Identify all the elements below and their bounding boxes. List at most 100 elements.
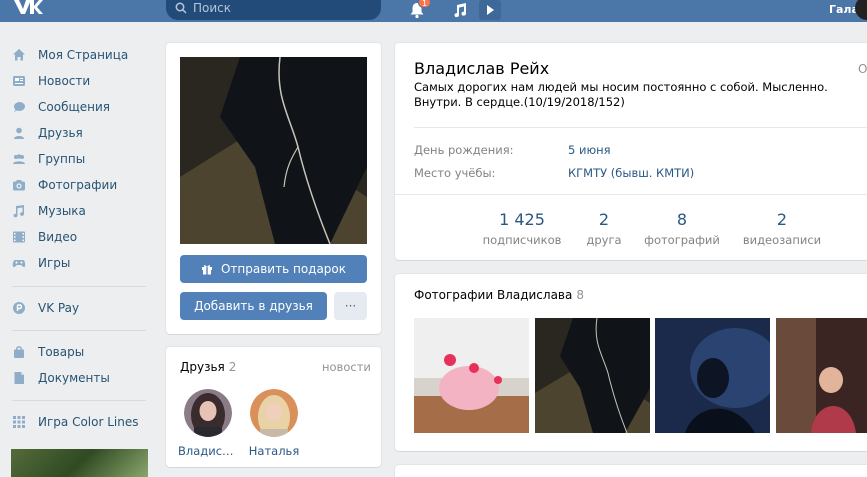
sidebar-item-label: Музыка bbox=[38, 204, 86, 218]
friends-news-link[interactable]: новости bbox=[322, 360, 371, 374]
online-status: Он bbox=[858, 62, 867, 76]
photos-block-title[interactable]: Фотографии Владислава 8 bbox=[414, 288, 584, 302]
profile-photo[interactable] bbox=[180, 57, 367, 244]
more-icon: ··· bbox=[344, 299, 357, 313]
sidebar-item-label: Товары bbox=[38, 345, 85, 359]
music-icon bbox=[13, 205, 25, 218]
profile-photo-image bbox=[180, 57, 367, 244]
sidebar-item-messages[interactable]: Сообщения bbox=[12, 97, 152, 117]
profile-status-text[interactable]: Самых дорогих нам людей мы носим постоян… bbox=[414, 80, 867, 110]
sidebar-item-vkpay[interactable]: VK Pay bbox=[12, 298, 152, 318]
sidebar-item-games[interactable]: Игры bbox=[12, 253, 152, 273]
info-key: День рождения: bbox=[414, 143, 514, 157]
counter-value: 8 bbox=[676, 210, 688, 229]
vk-logo[interactable] bbox=[12, 0, 44, 17]
home-icon bbox=[13, 49, 25, 61]
counter-photos[interactable]: 8 фотографий bbox=[632, 210, 732, 247]
sidebar-item-news[interactable]: Новости bbox=[12, 71, 152, 91]
sidebar-item-label: Друзья bbox=[38, 126, 83, 140]
profile-name: Владислав Рейх bbox=[414, 59, 550, 78]
birthday-link[interactable]: 5 июня bbox=[568, 143, 611, 157]
send-gift-label: Отправить подарок bbox=[220, 262, 347, 276]
photo-thumbnail[interactable] bbox=[535, 318, 650, 433]
sidebar-item-documents[interactable]: Документы bbox=[12, 368, 152, 388]
add-friend-button[interactable]: Добавить в друзья bbox=[180, 292, 327, 320]
photo-image bbox=[414, 318, 529, 433]
friends-icon bbox=[14, 127, 24, 139]
sidebar-item-music[interactable]: Музыка bbox=[12, 201, 152, 221]
search-icon bbox=[175, 2, 187, 14]
sidebar-item-label: Игры bbox=[38, 256, 71, 270]
groups-icon bbox=[13, 154, 25, 164]
play-icon bbox=[487, 5, 494, 15]
nav-divider bbox=[12, 330, 146, 331]
top-bar: Поиск 1 Гала bbox=[0, 0, 867, 22]
counters-divider bbox=[395, 194, 867, 195]
sidebar-item-label: Группы bbox=[38, 152, 86, 166]
counter-value: 2 bbox=[776, 210, 788, 229]
notification-badge: 1 bbox=[418, 0, 431, 8]
photos-count: 8 bbox=[576, 288, 584, 302]
friend-avatar bbox=[250, 389, 298, 437]
sidebar-item-my-page[interactable]: Моя Страница bbox=[12, 45, 152, 65]
search-box[interactable]: Поиск bbox=[166, 0, 381, 20]
add-friend-label: Добавить в друзья bbox=[194, 299, 313, 313]
send-gift-button[interactable]: Отправить подарок bbox=[180, 255, 367, 283]
photo-image bbox=[535, 318, 650, 433]
education-link[interactable]: КГМТУ (бывш. КМТИ) bbox=[568, 166, 694, 180]
video-icon bbox=[13, 231, 25, 243]
photo-thumbnail[interactable] bbox=[776, 318, 867, 433]
photos-title-label: Фотографии Владислава bbox=[414, 288, 573, 302]
player-play-button[interactable] bbox=[479, 0, 501, 20]
gamepad-icon bbox=[12, 260, 26, 268]
photo-image bbox=[776, 318, 867, 433]
sidebar-item-label: Моя Страница bbox=[38, 48, 129, 62]
sidebar-item-goods[interactable]: Товары bbox=[12, 342, 152, 362]
sidebar-item-label: Видео bbox=[38, 230, 78, 244]
sidebar-item-label: Фотографии bbox=[38, 178, 118, 192]
sidebar-item-friends[interactable]: Друзья bbox=[12, 123, 152, 143]
friend-avatar bbox=[184, 389, 232, 437]
gift-icon bbox=[201, 265, 212, 275]
camera-icon bbox=[13, 180, 25, 191]
wall-card bbox=[395, 465, 867, 477]
nav-divider bbox=[12, 286, 146, 287]
friend-name: Наталья bbox=[248, 444, 300, 458]
info-key: Место учёбы: bbox=[414, 166, 496, 180]
friend-item[interactable]: Наталья bbox=[244, 389, 304, 458]
messages-icon bbox=[14, 102, 25, 112]
sidebar-item-label: Игра Color Lines bbox=[38, 415, 139, 429]
sidebar-item-video[interactable]: Видео bbox=[12, 227, 152, 247]
sidebar-item-photos[interactable]: Фотографии bbox=[12, 175, 152, 195]
sidebar-item-label: Новости bbox=[38, 74, 91, 88]
friend-item[interactable]: Владислава bbox=[178, 389, 238, 458]
sidebar-ad-banner[interactable] bbox=[11, 449, 148, 477]
info-row-birthday: День рождения: 5 июня bbox=[414, 143, 611, 157]
info-row-education: Место учёбы: КГМТУ (бывш. КМТИ) bbox=[414, 166, 694, 180]
music-note-icon[interactable] bbox=[452, 2, 468, 18]
sidebar-item-color-lines[interactable]: Игра Color Lines bbox=[12, 412, 152, 432]
sidebar-item-groups[interactable]: Группы bbox=[12, 149, 152, 169]
friends-block-title[interactable]: Друзья 2 bbox=[180, 360, 236, 374]
counter-caption: фотографий bbox=[644, 233, 720, 247]
current-user-avatar[interactable] bbox=[855, 0, 867, 20]
vk-logo-icon bbox=[14, 0, 43, 14]
photo-thumbnail[interactable] bbox=[414, 318, 529, 433]
news-icon bbox=[13, 76, 25, 86]
bag-icon bbox=[14, 346, 24, 358]
friends-title-label: Друзья bbox=[180, 360, 225, 374]
nav-divider bbox=[12, 400, 146, 401]
info-divider bbox=[414, 127, 867, 128]
photo-thumbnail[interactable] bbox=[655, 318, 770, 433]
more-actions-button[interactable]: ··· bbox=[334, 292, 367, 320]
photo-image bbox=[655, 318, 770, 433]
counter-caption: видеозаписи bbox=[742, 233, 822, 247]
friends-count: 2 bbox=[228, 360, 237, 374]
grid-icon bbox=[13, 416, 25, 428]
search-input[interactable]: Поиск bbox=[193, 1, 231, 15]
sidebar-item-label: Сообщения bbox=[38, 100, 111, 114]
document-icon bbox=[14, 372, 24, 384]
counter-videos[interactable]: 2 видеозаписи bbox=[732, 210, 832, 247]
friend-name: Владислава bbox=[178, 444, 238, 458]
sidebar-item-label: VK Pay bbox=[38, 301, 80, 315]
